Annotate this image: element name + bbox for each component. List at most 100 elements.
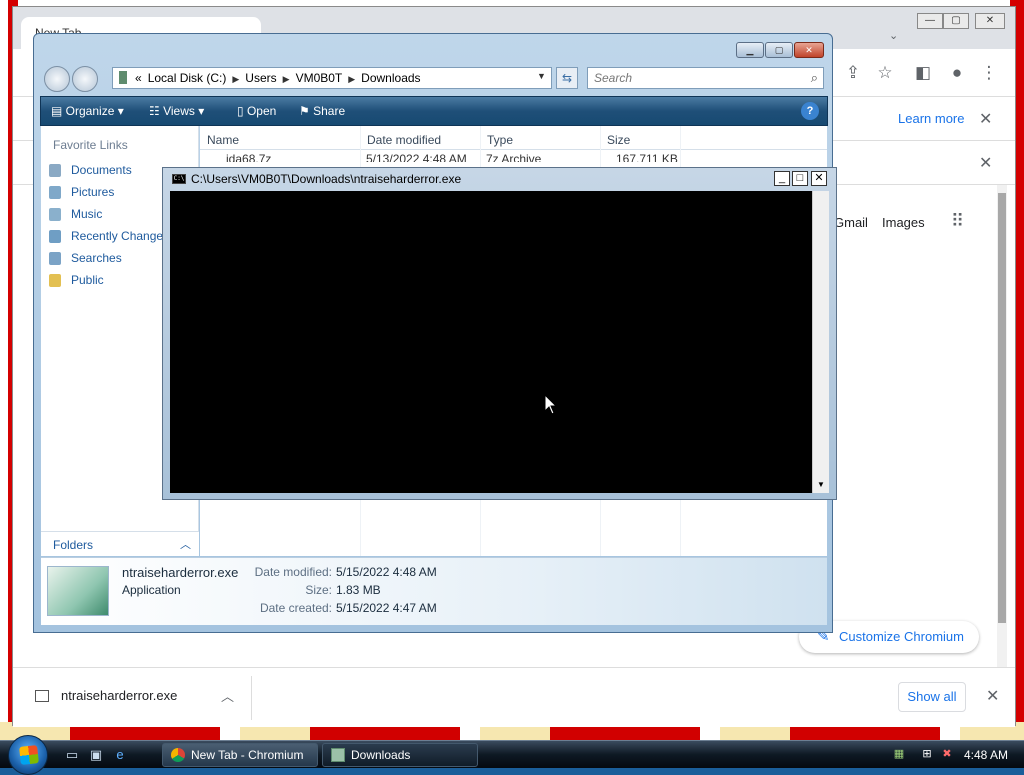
table-row[interactable]: ida68.7z 5/13/2022 4:48 AM 7z Archive 16… xyxy=(208,150,808,162)
details-pane: ntraiseharderror.exe Application Date mo… xyxy=(41,557,827,625)
mouse-cursor-icon xyxy=(544,394,558,415)
organize-menu[interactable]: ▤ Organize ▾ xyxy=(51,104,124,118)
favorite-link-music[interactable]: Music xyxy=(49,207,102,221)
chromium-icon xyxy=(171,748,185,762)
refresh-button[interactable]: ⇆ xyxy=(556,67,578,89)
favorite-link-pictures[interactable]: Pictures xyxy=(49,185,114,199)
gmail-link[interactable]: Gmail xyxy=(834,215,868,230)
open-button[interactable]: ▯ Open xyxy=(237,104,276,118)
breadcrumb-downloads[interactable]: Downloads xyxy=(361,71,420,85)
taskbar-button-chromium[interactable]: New Tab - Chromium xyxy=(162,743,318,767)
search-icon[interactable]: ⌕ xyxy=(811,70,818,86)
explorer-folder-icon xyxy=(331,748,345,762)
executable-file-icon xyxy=(35,690,49,702)
download-item[interactable]: ntraiseharderror.exe xyxy=(35,688,177,703)
switch-windows-icon[interactable]: ▣ xyxy=(88,747,104,763)
chromium-close-button[interactable]: ✕ xyxy=(975,13,1005,29)
console-output[interactable] xyxy=(170,191,812,493)
back-button[interactable] xyxy=(44,66,70,92)
console-maximize-button[interactable]: □ xyxy=(792,171,808,186)
bookmark-star-icon[interactable]: ☆ xyxy=(875,63,895,83)
breadcrumb-local-disk[interactable]: Local Disk (C:) xyxy=(148,71,227,85)
share-icon[interactable]: ⇪ xyxy=(843,63,863,83)
chromium-scrollbar-thumb[interactable] xyxy=(998,193,1006,623)
address-bar[interactable]: « Local Disk (C:) ▶ Users ▶ VM0B0T ▶ Downloads xyxy=(112,67,552,89)
date-modified-label: Date modified: xyxy=(254,565,332,579)
download-options-chevron-icon[interactable]: ︿ xyxy=(221,686,234,705)
refresh-icon: ⇆ xyxy=(561,71,573,85)
application-thumbnail xyxy=(47,566,109,616)
date-created-value: 5/15/2022 4:47 AM xyxy=(336,601,437,615)
learn-more-link[interactable]: Learn more xyxy=(898,111,964,126)
console-close-button[interactable]: ✕ xyxy=(811,171,827,186)
explorer-minimize-button[interactable]: ▁ xyxy=(736,42,764,58)
column-header-type[interactable]: Type xyxy=(487,133,513,147)
chromium-minimize-button[interactable]: — xyxy=(917,13,943,29)
system-tray: ▦ ⊞ ✖ 4:48 AM xyxy=(884,744,1024,766)
chromium-maximize-button[interactable]: ▢ xyxy=(943,13,969,29)
clock[interactable]: 4:48 AM xyxy=(964,748,1008,762)
favorite-link-documents[interactable]: Documents xyxy=(49,163,132,177)
breadcrumb-arrow-icon[interactable]: ▶ xyxy=(283,74,290,84)
share-button[interactable]: ⚑ Share xyxy=(299,104,345,118)
taskbar-button-downloads[interactable]: Downloads xyxy=(322,743,478,767)
column-header-name[interactable]: Name xyxy=(207,133,239,147)
console-titlebar[interactable]: C:\ C:\Users\VM0B0T\Downloads\ntraisehar… xyxy=(163,168,836,190)
network-status-icon[interactable]: ▦ xyxy=(892,747,906,761)
explorer-close-button[interactable]: ✕ xyxy=(794,42,824,58)
images-link[interactable]: Images xyxy=(882,215,925,230)
file-name-cell: ida68.7z xyxy=(226,152,272,162)
breadcrumb-arrow-icon[interactable]: ▶ xyxy=(232,74,239,84)
file-type-cell: 7z Archive xyxy=(486,152,542,162)
views-menu[interactable]: ☷ Views ▾ xyxy=(149,104,204,118)
infobar-2-close-icon[interactable]: ✕ xyxy=(979,153,992,173)
download-file-name: ntraiseharderror.exe xyxy=(61,688,178,703)
favorite-links-header: Favorite Links xyxy=(53,138,128,152)
help-icon[interactable]: ? xyxy=(801,102,819,120)
breadcrumb-user[interactable]: VM0B0T xyxy=(296,71,343,85)
date-modified-value: 5/15/2022 4:48 AM xyxy=(336,565,437,579)
start-button[interactable] xyxy=(8,735,48,775)
date-created-label: Date created: xyxy=(259,601,332,615)
favorite-link-searches[interactable]: Searches xyxy=(49,251,122,265)
music-icon xyxy=(49,208,61,221)
chromium-scrollbar[interactable] xyxy=(997,185,1007,667)
size-label: Size: xyxy=(305,583,332,597)
console-icon: C:\ xyxy=(172,174,186,184)
google-apps-icon[interactable]: ⠿ xyxy=(951,211,964,232)
explorer-maximize-button[interactable]: ▢ xyxy=(765,42,793,58)
breadcrumb-users[interactable]: Users xyxy=(245,71,276,85)
download-shelf-close-icon[interactable]: ✕ xyxy=(986,686,999,706)
search-input[interactable]: Search ⌕ xyxy=(587,67,824,89)
internet-explorer-icon[interactable]: e xyxy=(112,747,128,763)
show-all-downloads-button[interactable]: Show all xyxy=(898,682,966,712)
console-minimize-button[interactable]: _ xyxy=(774,171,790,186)
folders-toggle[interactable]: Folders ︿ xyxy=(41,531,199,556)
forward-button[interactable] xyxy=(72,66,98,92)
column-header-date-modified[interactable]: Date modified xyxy=(367,133,441,147)
side-panel-icon[interactable]: ◧ xyxy=(913,63,933,83)
network-icon[interactable]: ⊞ xyxy=(920,747,934,761)
scroll-down-arrow-icon[interactable]: ▼ xyxy=(813,477,829,493)
taskbar-button-label: New Tab - Chromium xyxy=(191,748,304,762)
show-desktop-icon[interactable]: ▭ xyxy=(64,747,80,763)
console-scrollbar[interactable]: ▼ xyxy=(812,191,829,493)
volume-muted-icon[interactable]: ✖ xyxy=(940,747,954,761)
address-root-chevron[interactable]: « xyxy=(135,71,142,85)
chrome-menu-icon[interactable]: ⋮ xyxy=(979,63,999,83)
profile-avatar-icon[interactable]: ● xyxy=(947,63,967,83)
favorite-link-recently-changed[interactable]: Recently Change xyxy=(49,229,163,243)
download-shelf: ntraiseharderror.exe ︿ Show all ✕ xyxy=(13,667,1015,727)
address-dropdown-icon[interactable]: ▼ xyxy=(537,71,546,81)
breadcrumb-arrow-icon[interactable]: ▶ xyxy=(348,74,355,84)
column-header-size[interactable]: Size xyxy=(607,133,630,147)
console-title: C:\Users\VM0B0T\Downloads\ntraiseharderr… xyxy=(191,172,462,186)
recently-changed-icon xyxy=(49,230,61,243)
favorite-link-public[interactable]: Public xyxy=(49,273,104,287)
file-date-cell: 5/13/2022 4:48 AM xyxy=(366,152,467,162)
taskbar: ▭ ▣ e New Tab - Chromium Downloads ▦ ⊞ ✖… xyxy=(0,735,1024,775)
console-window: C:\ C:\Users\VM0B0T\Downloads\ntraisehar… xyxy=(162,167,837,500)
file-size-cell: 167,711 KB xyxy=(616,152,678,162)
tab-search-chevron-icon[interactable]: ⌄ xyxy=(889,29,898,42)
infobar-close-icon[interactable]: ✕ xyxy=(979,109,992,129)
